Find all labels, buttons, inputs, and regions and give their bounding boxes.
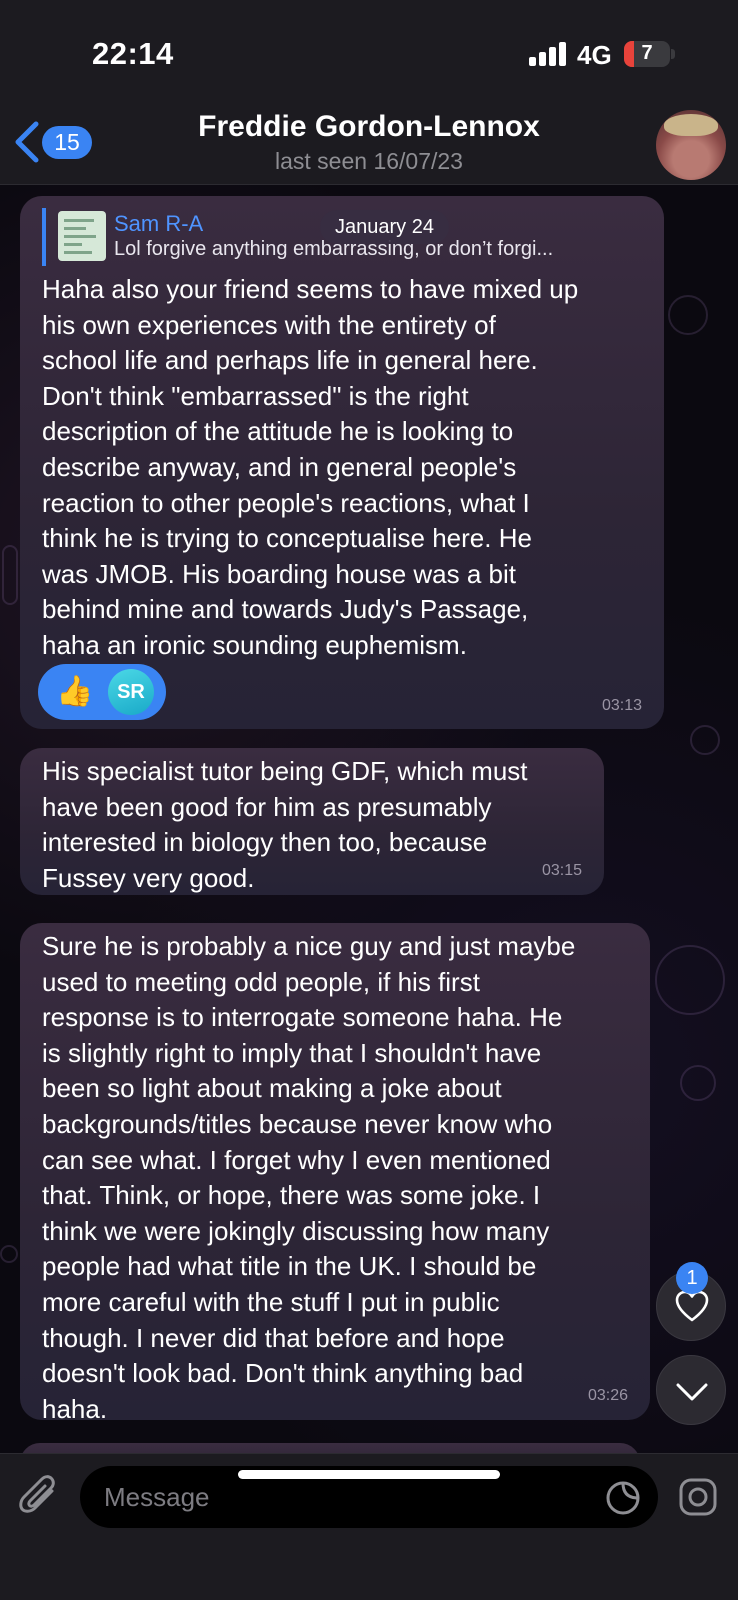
message-bubble[interactable]: January 24 Sam R-A Lol forgive anything … [20, 196, 664, 729]
unread-count-badge[interactable]: 15 [42, 126, 92, 159]
paperclip-icon [19, 1475, 55, 1513]
chevron-left-icon [15, 121, 39, 163]
thumbs-up-icon: 👍 [56, 675, 94, 708]
reply-sender-name: Sam R-A [114, 211, 204, 236]
last-seen-status: last seen 16/07/23 [275, 148, 463, 174]
battery-icon: 7 [624, 41, 670, 67]
network-type: 4G [577, 40, 612, 70]
message-text: Haha also your friend seems to have mixe… [42, 274, 579, 660]
message-text: Sure he is probably a nice guy and just … [42, 931, 576, 1424]
battery-tip [671, 49, 675, 59]
contact-name[interactable]: Freddie Gordon-Lennox [140, 110, 598, 144]
battery-level: 7 [641, 42, 653, 64]
scroll-down-button[interactable] [656, 1355, 726, 1425]
instagram-camera-icon [679, 1478, 717, 1516]
back-button[interactable] [12, 120, 42, 164]
date-separator: January 24 [320, 210, 449, 244]
signal-bars-icon [529, 42, 569, 66]
chevron-down-icon [676, 1383, 708, 1401]
attach-button[interactable] [18, 1475, 62, 1524]
message-text: His specialist tutor being GDF, which mu… [42, 756, 528, 893]
status-time: 22:14 [92, 36, 174, 71]
home-indicator[interactable] [238, 1470, 500, 1479]
reaction-chip[interactable]: 👍 SR [38, 664, 166, 720]
chat-header: 22:14 4G 7 15 Freddie Gordon-Lennox last… [0, 0, 738, 185]
heart-icon [675, 1290, 709, 1322]
reply-thumbnail [58, 211, 106, 261]
contact-avatar[interactable] [656, 110, 726, 180]
reactor-avatar: SR [108, 669, 154, 715]
sticker-icon [606, 1481, 640, 1515]
message-time: 03:13 [601, 697, 642, 714]
message-bubble[interactable]: Sure he is probably a nice guy and just … [20, 923, 650, 1424]
chat-area[interactable]: January 24 Sam R-A Lol forgive anything … [0, 185, 738, 1453]
message-time: 03:26 [587, 1387, 628, 1404]
sticker-button[interactable] [604, 1479, 642, 1522]
message-time: 03:15 [541, 862, 582, 879]
message-bubble-partial[interactable] [20, 1443, 640, 1453]
reaction-count-badge: 1 [676, 1262, 708, 1294]
camera-button[interactable] [676, 1475, 720, 1524]
message-bubble[interactable]: His specialist tutor being GDF, which mu… [20, 748, 604, 895]
